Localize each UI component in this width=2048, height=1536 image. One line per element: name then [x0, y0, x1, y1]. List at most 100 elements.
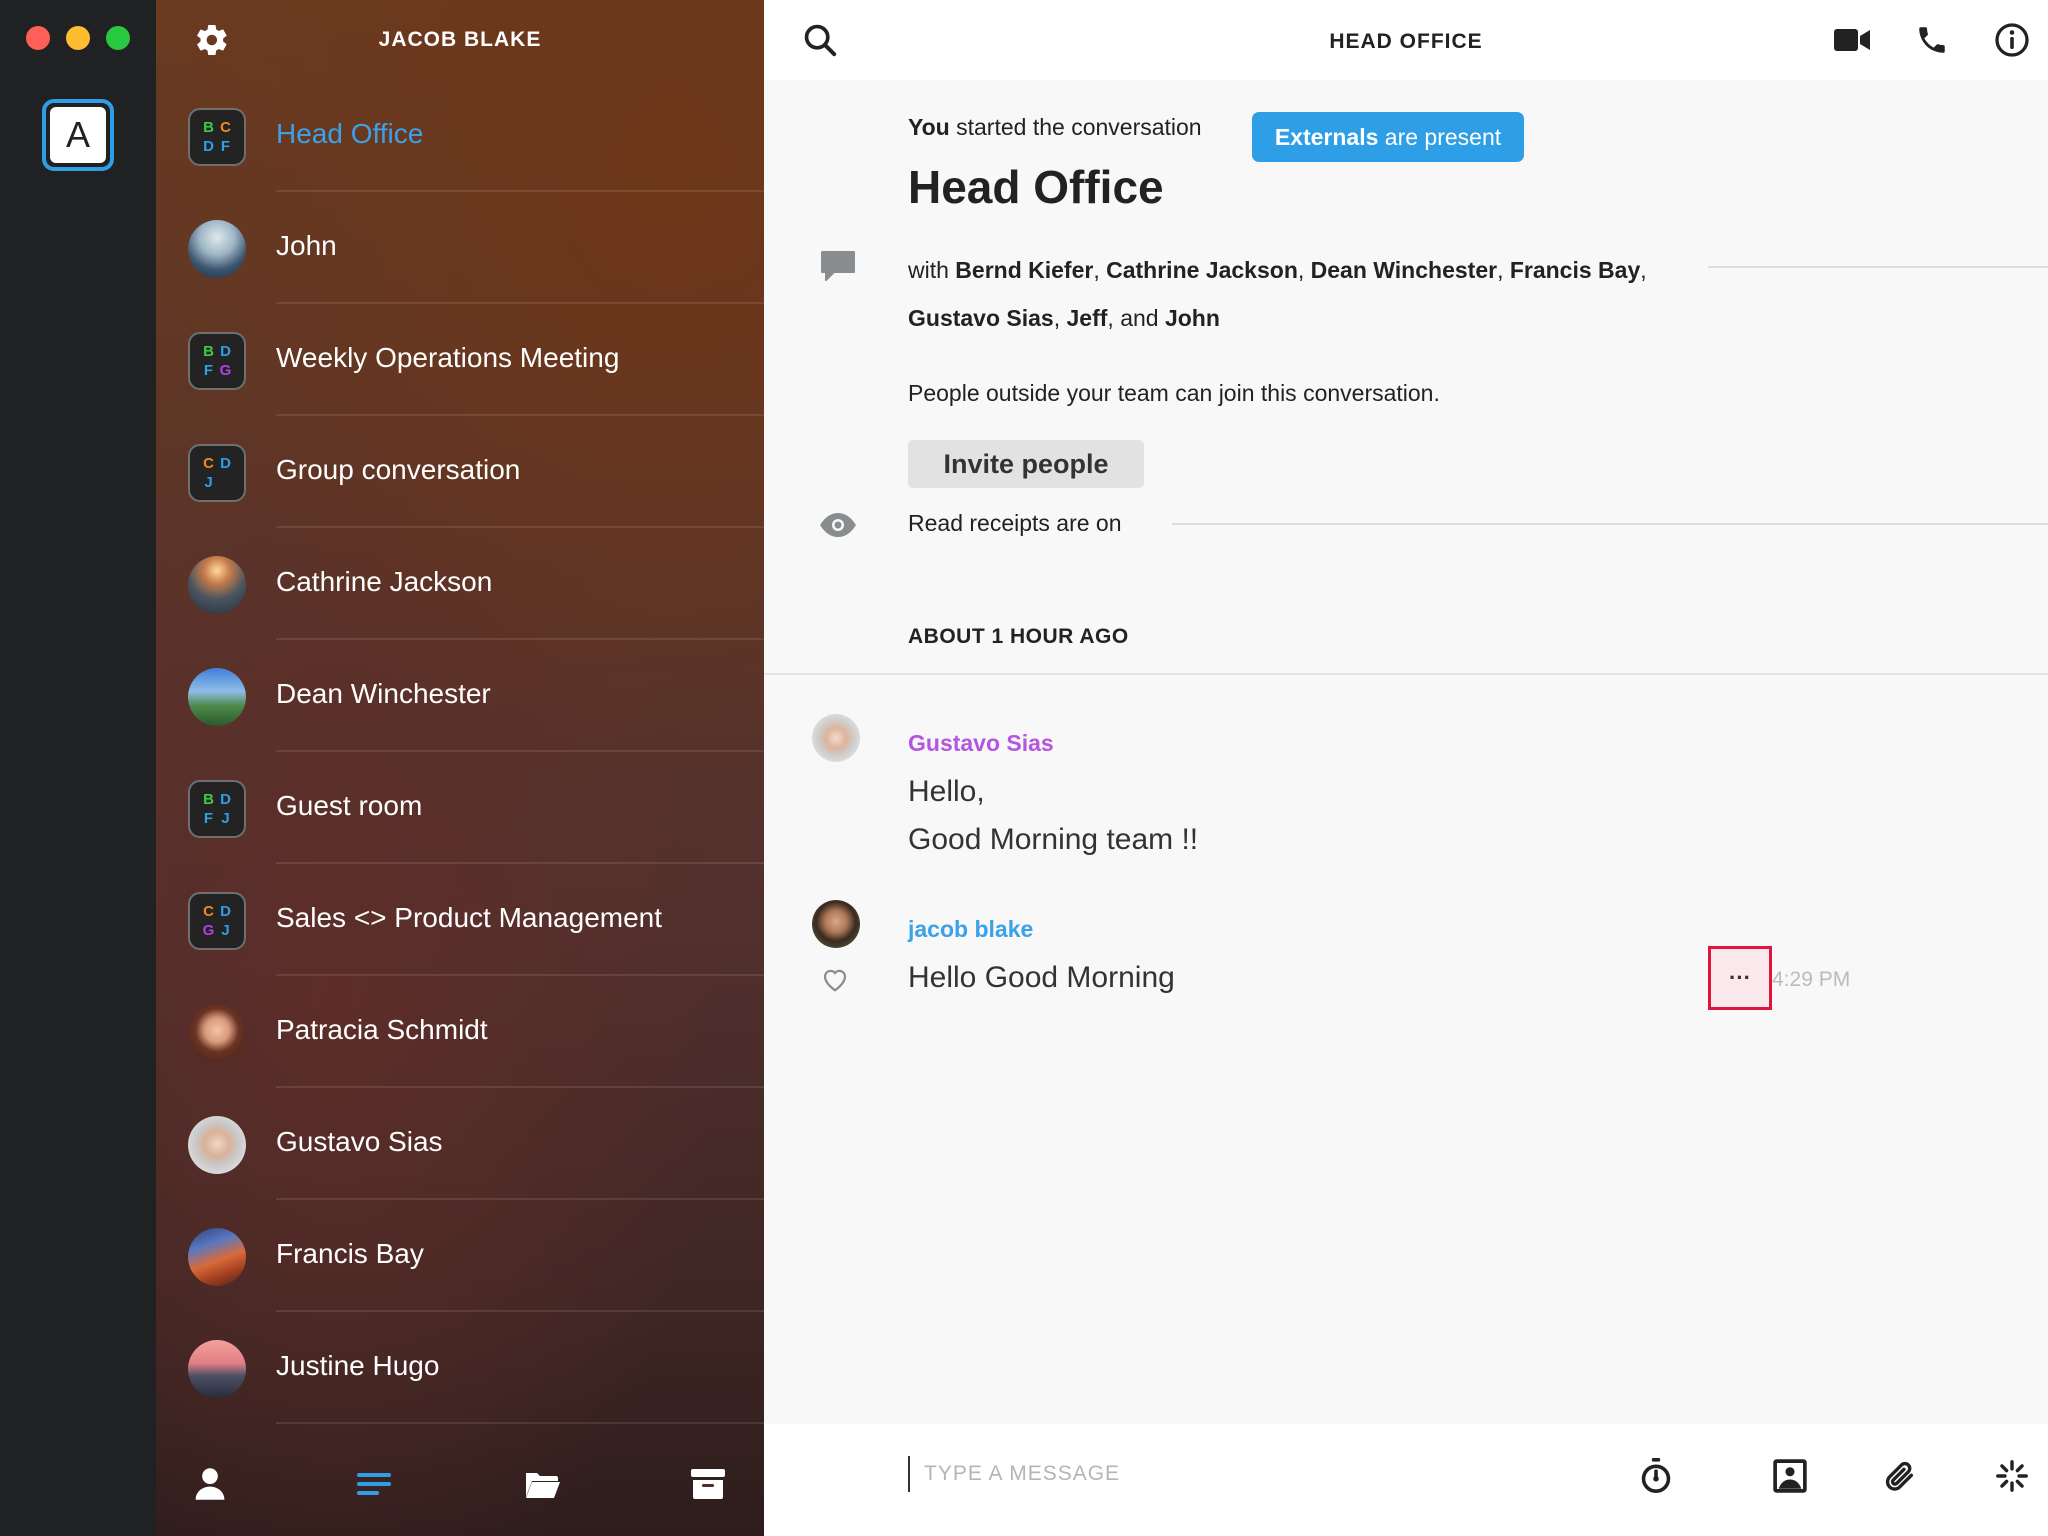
- group-avatar: B D F G: [188, 332, 246, 390]
- info-icon: [1995, 23, 2029, 57]
- conversation-label: John: [276, 230, 337, 261]
- sidebar-footer: [156, 1432, 764, 1536]
- avatar-letter: J: [221, 810, 230, 827]
- message-text: Hello,: [908, 775, 985, 808]
- conversation-item-patracia-schmidt[interactable]: Patracia Schmidt: [156, 976, 764, 1088]
- avatar: [188, 1228, 246, 1286]
- window-maximize-button[interactable]: [106, 26, 130, 50]
- video-call-button[interactable]: [1830, 18, 1874, 62]
- conversation-label: Dean Winchester: [276, 678, 491, 709]
- window-close-button[interactable]: [26, 26, 50, 50]
- avatar: [188, 1004, 246, 1062]
- message-author[interactable]: jacob blake: [908, 916, 1033, 943]
- conversation-item-guest-room[interactable]: B D F J Guest room: [156, 752, 764, 864]
- conversation-item-justine-hugo[interactable]: Justine Hugo: [156, 1312, 764, 1424]
- current-user-name: JACOB BLAKE: [378, 28, 542, 51]
- conversation-label: Head Office: [276, 118, 424, 149]
- avatar-letter: C: [203, 903, 214, 920]
- divider: [1708, 266, 2048, 268]
- conversation-item-head-office[interactable]: B C D F Head Office: [156, 80, 764, 192]
- avatar-letter: C: [220, 119, 231, 136]
- conversation-started-line: You started the conversation: [908, 114, 1202, 141]
- conversation-label: Gustavo Sias: [276, 1126, 443, 1157]
- message-text: Hello Good Morning: [908, 961, 1175, 994]
- conversation-label: Patracia Schmidt: [276, 1014, 488, 1045]
- timed-message-button[interactable]: [1634, 1454, 1678, 1498]
- avatar-letter: D: [203, 138, 214, 155]
- message-timestamp: 4:29 PM: [1772, 968, 1851, 991]
- message-avatar[interactable]: [812, 714, 860, 762]
- message-input[interactable]: [924, 1454, 1524, 1494]
- externals-badge-strong: Externals: [1274, 123, 1379, 150]
- account-switcher[interactable]: A: [42, 99, 114, 171]
- group-avatar: B C D F: [188, 108, 246, 166]
- conversations-icon: [357, 1473, 391, 1495]
- avatar-letter: F: [203, 362, 214, 379]
- avatar-letter: J: [221, 922, 230, 939]
- avatar-letter: B: [203, 119, 214, 136]
- message-author[interactable]: Gustavo Sias: [908, 730, 1054, 757]
- conversation-info-button[interactable]: [1990, 18, 2034, 62]
- contacts-button[interactable]: [186, 1460, 234, 1508]
- participant: Jeff: [1066, 305, 1108, 331]
- text-caret: [908, 1456, 910, 1492]
- conversation-title: Head Office: [908, 161, 1164, 213]
- message-composer: [764, 1424, 2048, 1536]
- conversation-list: B C D F Head Office John B D F G Weekly …: [156, 80, 764, 1424]
- started-by: You: [908, 114, 950, 140]
- avatar: [188, 1116, 246, 1174]
- message-avatar[interactable]: [812, 900, 860, 948]
- conversation-item-weekly-operations-meeting[interactable]: B D F G Weekly Operations Meeting: [156, 304, 764, 416]
- conversation-item-cathrine-jackson[interactable]: Cathrine Jackson: [156, 528, 764, 640]
- conversation-label: Guest room: [276, 790, 423, 821]
- conversation-item-john[interactable]: John: [156, 192, 764, 304]
- group-avatar: C D G J: [188, 892, 246, 950]
- conversation-item-group-conversation[interactable]: C D J Group conversation: [156, 416, 764, 528]
- avatar-letter: G: [202, 922, 215, 939]
- archive-button[interactable]: [684, 1460, 732, 1508]
- avatar-letter: F: [220, 138, 231, 155]
- person-icon: [195, 1468, 225, 1500]
- message-options-button[interactable]: ···: [1708, 946, 1772, 1010]
- participant: Francis Bay: [1509, 257, 1641, 283]
- conversation-item-sales-product-management[interactable]: C D G J Sales <> Product Management: [156, 864, 764, 976]
- group-avatar: C D J: [188, 444, 246, 502]
- conversation-topbar: HEAD OFFICE: [764, 0, 2048, 80]
- message-text: Good Morning team !!: [908, 823, 1199, 856]
- conversation-label: Sales <> Product Management: [276, 902, 663, 933]
- avatar-letter: B: [203, 343, 214, 360]
- image-upload-button[interactable]: [1768, 1454, 1812, 1498]
- conversation-label: Group conversation: [276, 454, 521, 485]
- conversation-view: HEAD OFFICE You started the conversation…: [764, 0, 2048, 1536]
- folder-icon: [526, 1473, 560, 1498]
- phone-icon: [1919, 27, 1945, 53]
- conversations-button[interactable]: [350, 1460, 398, 1508]
- audio-call-button[interactable]: [1910, 18, 1954, 62]
- avatar: [188, 220, 246, 278]
- window-minimize-button[interactable]: [66, 26, 90, 50]
- conversation-item-francis-bay[interactable]: Francis Bay: [156, 1200, 764, 1312]
- started-suffix: started the conversation: [949, 114, 1202, 140]
- giphy-button[interactable]: [1990, 1454, 2034, 1498]
- avatar: [188, 1340, 246, 1398]
- conversation-item-dean-winchester[interactable]: Dean Winchester: [156, 640, 764, 752]
- participant: Cathrine Jackson: [1106, 257, 1298, 283]
- externals-badge: Externals are present: [1252, 112, 1524, 162]
- avatar-letter: D: [220, 455, 231, 472]
- conversation-item-gustavo-sias[interactable]: Gustavo Sias: [156, 1088, 764, 1200]
- avatar-letter: J: [204, 474, 213, 491]
- conversation-label: Cathrine Jackson: [276, 566, 493, 597]
- divider: [276, 1422, 764, 1424]
- heart-icon[interactable]: [820, 964, 850, 994]
- attach-file-button[interactable]: [1878, 1454, 1922, 1498]
- video-camera-icon: [1834, 29, 1870, 51]
- conversation-sidebar: JACOB BLAKE B C D F Head Office John B D…: [156, 0, 764, 1536]
- participant: Gustavo Sias: [908, 305, 1054, 331]
- archive-icon: [691, 1469, 725, 1499]
- eye-icon: [820, 513, 856, 537]
- participant: Dean Winchester: [1310, 257, 1498, 283]
- conversation-label: Weekly Operations Meeting: [276, 342, 620, 373]
- folders-button[interactable]: [518, 1460, 566, 1508]
- invite-people-button[interactable]: Invite people: [908, 440, 1144, 488]
- avatar-letter: C: [203, 455, 214, 472]
